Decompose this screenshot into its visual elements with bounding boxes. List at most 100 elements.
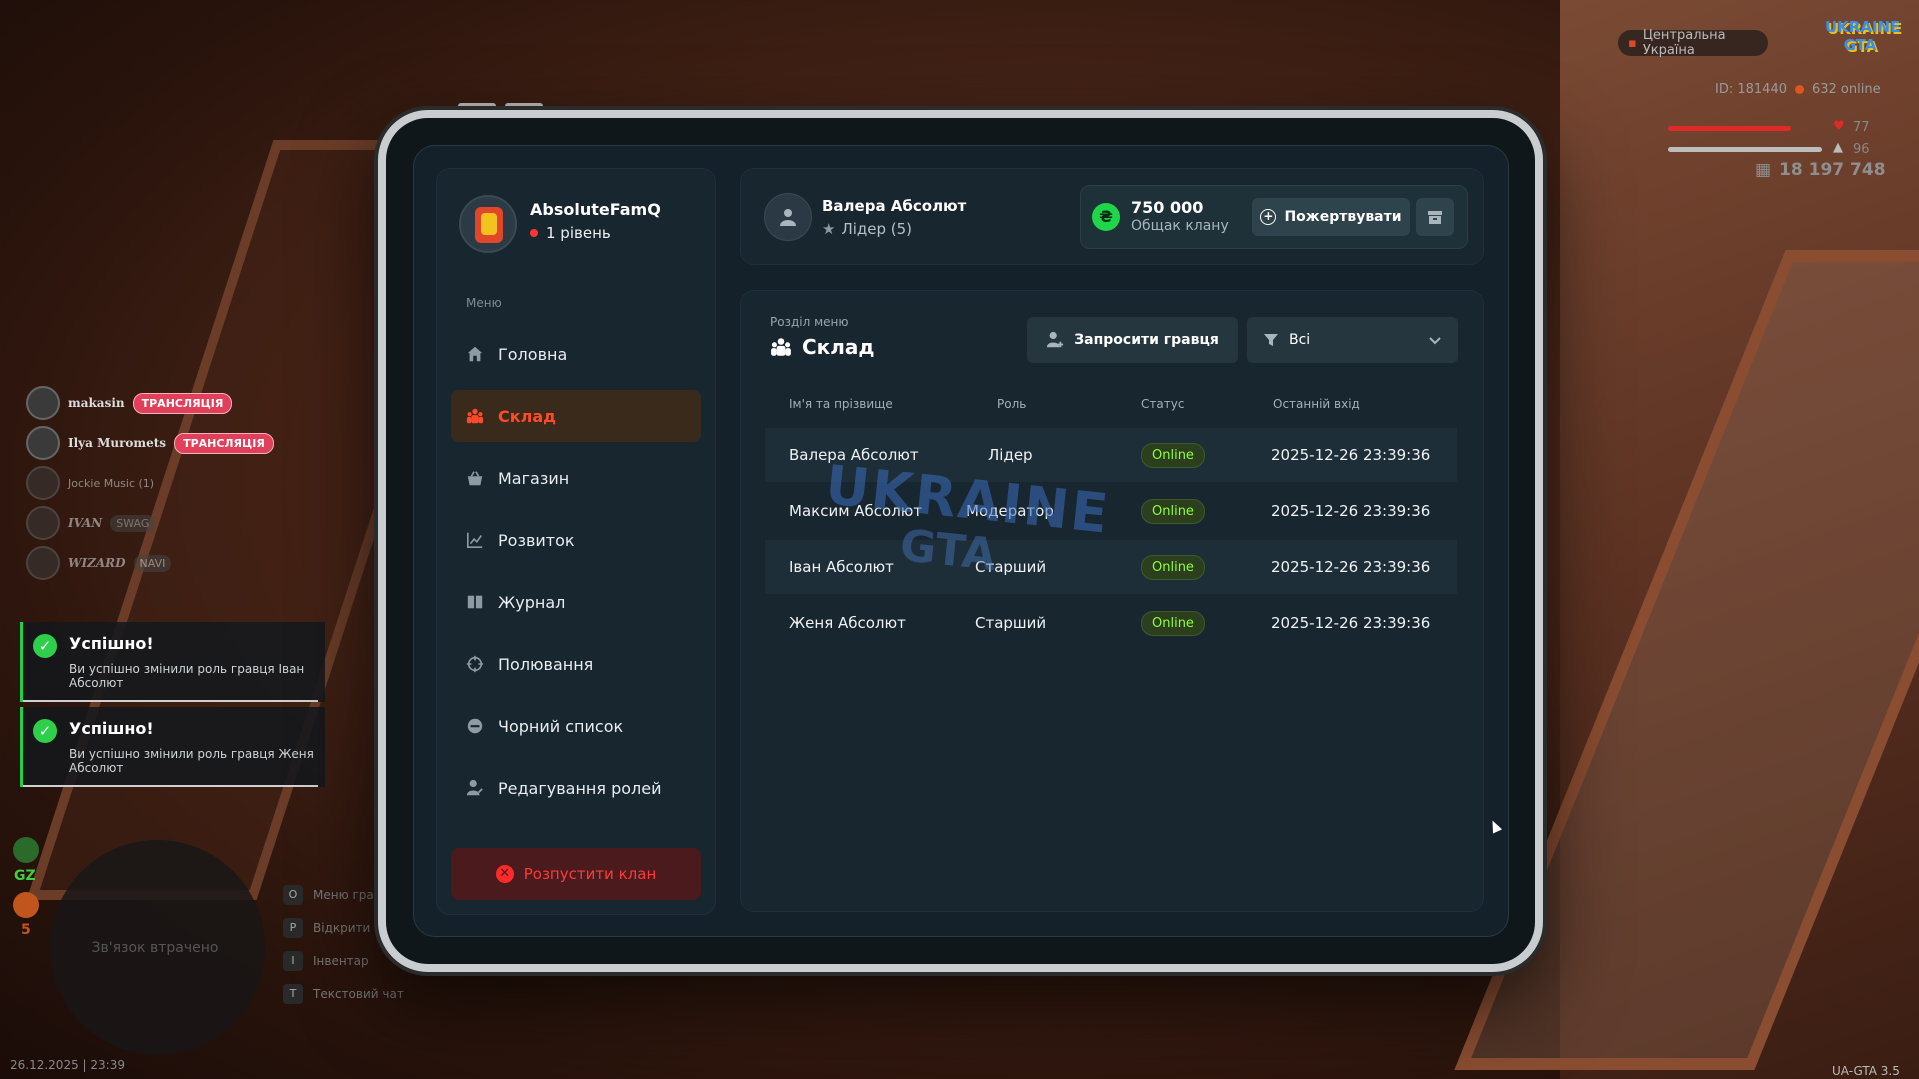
notification-text: Ви успішно змінили роль гравця Іван Абсо… xyxy=(69,662,305,690)
hint-item: O Меню гра xyxy=(283,885,374,905)
table-row[interactable]: Максим Абсолют Модератор Online 2025-12-… xyxy=(765,484,1457,538)
sidebar-item-home[interactable]: Головна xyxy=(451,328,701,380)
member-role: Модератор xyxy=(966,502,1054,520)
disband-clan-button[interactable]: ✕ Розпустити клан xyxy=(451,848,701,900)
key-cap: P xyxy=(283,918,303,938)
hint-label: Інвентар xyxy=(313,954,369,968)
voice-item: Jockie Music (1) xyxy=(26,466,154,500)
sidebar-item-label: Чорний список xyxy=(498,716,624,736)
sidebar-item-label: Редагування ролей xyxy=(498,778,662,798)
clan-name: AbsoluteFamQ xyxy=(530,200,661,219)
check-icon: ✓ xyxy=(33,634,57,658)
sidebar-item-label: Головна xyxy=(498,344,568,364)
key-cap: O xyxy=(283,885,303,905)
page-title: Склад xyxy=(770,335,875,359)
shield-icon: ▪ xyxy=(1628,35,1637,51)
sidebar-item-label: Полювання xyxy=(498,654,594,674)
avatar xyxy=(26,506,60,540)
online-dot-icon xyxy=(1794,85,1804,94)
invite-label: Запросити гравця xyxy=(1074,332,1219,348)
sidebar-item-label: Магазин xyxy=(498,468,570,488)
filter-value: Всі xyxy=(1289,332,1311,348)
user-name: Валера Абсолют xyxy=(822,197,967,215)
member-last-login: 2025-12-26 23:39:36 xyxy=(1271,558,1431,576)
level-dot-icon xyxy=(530,229,538,237)
hint-label: Відкрити xyxy=(313,921,371,935)
column-header-last-login: Останній вхід xyxy=(1273,397,1360,411)
key-cap: I xyxy=(283,951,303,971)
voice-item: IVAN SWAG xyxy=(26,506,156,540)
minimap-status: Зв'язок втрачено xyxy=(91,940,219,956)
column-header-name: Ім'я та прізвище xyxy=(789,397,893,411)
game-logo: UKRAINE GTA xyxy=(1825,18,1901,54)
hint-item: I Інвентар xyxy=(283,951,369,971)
broadcast-badge: ТРАНСЛЯЦІЯ xyxy=(174,432,274,454)
sidebar-item-label: Розвиток xyxy=(498,530,575,550)
health-value: 77 xyxy=(1853,120,1870,135)
region-indicator: ▪ Центральна Україна xyxy=(1618,28,1768,58)
members-icon xyxy=(771,338,791,356)
members-icon xyxy=(466,408,484,424)
avatar xyxy=(26,426,60,460)
money-value: 18 197 748 xyxy=(1779,160,1886,180)
disband-label: Розпустити клан xyxy=(523,865,657,883)
sidebar-item-shop[interactable]: Магазин xyxy=(451,452,701,504)
page-title-label: Склад xyxy=(802,335,875,359)
notification-text: Ви успішно змінили роль гравця Женя Абсо… xyxy=(69,747,314,775)
status-badge: Online xyxy=(1141,498,1205,524)
clan-level-label: 1 рівень xyxy=(546,224,611,242)
version-label: UA-GTA 3.5 xyxy=(1832,1064,1900,1078)
bank-history-button[interactable] xyxy=(1416,198,1454,236)
book-icon xyxy=(467,595,483,609)
online-count: 632 online xyxy=(1811,82,1881,97)
invite-player-button[interactable]: Запросити гравця xyxy=(1027,317,1238,363)
section-subtitle: Розділ меню xyxy=(770,315,849,329)
datetime: 26.12.2025 | 23:39 xyxy=(10,1058,125,1072)
donate-button[interactable]: + Пожертвувати xyxy=(1252,198,1410,236)
key-cap: T xyxy=(283,984,303,1004)
member-name: Іван Абсолют xyxy=(789,558,894,576)
user-role-label: Лідер (5) xyxy=(841,220,913,238)
member-name: Валера Абсолют xyxy=(789,446,919,464)
sidebar-item-label: Журнал xyxy=(498,592,566,612)
notification-progress xyxy=(23,700,318,702)
hint-label: Текстовий чат xyxy=(313,987,404,1001)
user-role: ★ Лідер (5) xyxy=(822,220,912,238)
sidebar-item-hunting[interactable]: Полювання xyxy=(451,638,701,690)
sidebar-item-journal[interactable]: Журнал xyxy=(451,576,701,628)
sidebar-item-warehouse[interactable]: Склад xyxy=(451,390,701,442)
sidebar-item-blacklist[interactable]: Чорний список xyxy=(451,700,701,752)
column-header-role: Роль xyxy=(997,397,1027,411)
role-filter-select[interactable]: Всі xyxy=(1247,317,1458,363)
plus-icon: + xyxy=(1260,209,1277,225)
crosshair-icon xyxy=(466,655,484,673)
member-role: Старший xyxy=(975,614,1047,632)
status-badge: Online xyxy=(1141,442,1205,468)
notification-toast: ✓ Успішно! Ви успішно змінили роль гравц… xyxy=(20,622,325,702)
archive-icon xyxy=(1428,211,1442,224)
table-row[interactable]: Валера Абсолют Лідер Online 2025-12-26 2… xyxy=(765,428,1457,482)
member-last-login: 2025-12-26 23:39:36 xyxy=(1271,446,1431,464)
swag-badge: SWAG xyxy=(110,514,156,532)
tablet-button xyxy=(458,103,496,109)
user-icon xyxy=(780,209,796,226)
table-row[interactable]: Іван Абсолют Старший Online 2025-12-26 2… xyxy=(765,540,1457,594)
column-header-status: Статус xyxy=(1141,397,1185,411)
filter-icon xyxy=(1264,334,1278,346)
sidebar-item-edit-roles[interactable]: Редагування ролей xyxy=(451,762,701,814)
shop-icon xyxy=(467,471,483,486)
table-row[interactable]: Женя Абсолют Старший Online 2025-12-26 2… xyxy=(765,596,1457,650)
player-id: ID: 181440 xyxy=(1715,82,1787,97)
avatar xyxy=(26,386,60,420)
check-icon: ✓ xyxy=(33,719,57,743)
player-info: ID: 181440 632 online xyxy=(1715,82,1881,97)
sidebar-item-label: Склад xyxy=(498,406,557,426)
hint-item: P Відкрити xyxy=(283,918,370,938)
member-name: Женя Абсолют xyxy=(789,614,906,632)
voice-name: makasin xyxy=(68,396,125,410)
sidebar-item-development[interactable]: Розвиток xyxy=(451,514,701,566)
member-role: Лідер xyxy=(988,446,1033,464)
member-last-login: 2025-12-26 23:39:36 xyxy=(1271,614,1431,632)
hint-item: T Текстовий чат xyxy=(283,984,404,1004)
user-add-icon xyxy=(1047,331,1064,348)
